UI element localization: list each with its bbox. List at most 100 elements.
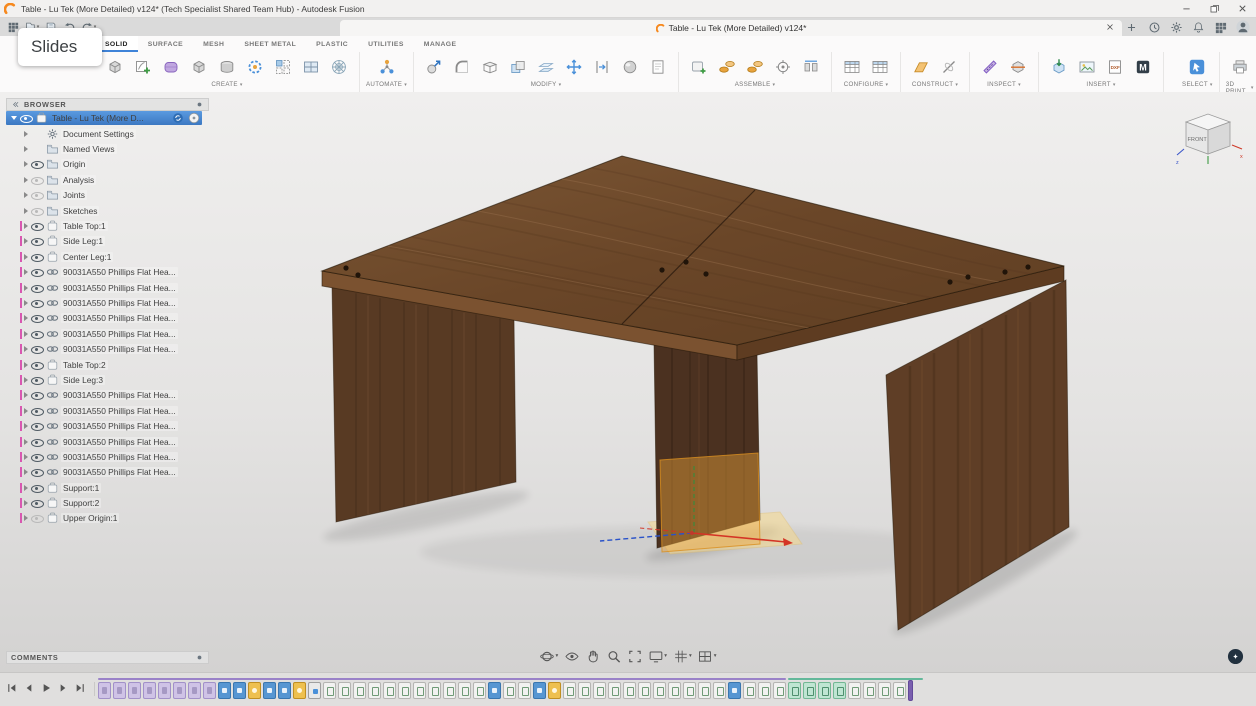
panel-options-icon[interactable] — [195, 653, 204, 662]
visibility-eye-icon[interactable] — [31, 390, 43, 401]
tool-automate[interactable] — [374, 54, 400, 80]
timeline-feature-lav[interactable] — [128, 682, 141, 699]
timeline-feature-gray[interactable] — [713, 682, 726, 699]
nav-tool-fit[interactable] — [625, 647, 644, 665]
visibility-eye-icon[interactable] — [31, 421, 43, 432]
tool-insert-derive[interactable] — [1046, 54, 1072, 80]
ribbon-tab-sheet-metal[interactable]: SHEET METAL — [234, 36, 306, 52]
tool-canvas[interactable] — [1074, 54, 1100, 80]
timeline-feature-teal[interactable] — [833, 682, 846, 699]
tab-close-icon[interactable] — [1105, 22, 1117, 34]
toolbar-group-create-label[interactable]: CREATE — [211, 81, 242, 88]
browser-item-center-leg-1[interactable]: Center Leg:1 — [6, 249, 209, 264]
tool-fillet[interactable] — [449, 54, 475, 80]
visibility-eye-icon[interactable] — [31, 174, 43, 185]
toolbar-group-select-label[interactable]: SELECT — [1182, 81, 1213, 88]
timeline-feature-gray[interactable] — [368, 682, 381, 699]
expand-arrow-icon[interactable] — [24, 238, 28, 244]
timeline-feature-lav[interactable] — [203, 682, 216, 699]
expand-arrow-icon[interactable] — [24, 269, 28, 275]
visibility-eye-icon[interactable] — [31, 482, 43, 493]
viewport-3d[interactable]: BROWSER Table - Lu Tek (More D... Docume… — [0, 92, 1256, 672]
expand-arrow-icon[interactable] — [24, 285, 28, 291]
tool-section-analysis[interactable] — [1005, 54, 1031, 80]
timeline-feature-gray[interactable] — [398, 682, 411, 699]
timeline-feature-lav[interactable] — [188, 682, 201, 699]
timeline-feature-gray[interactable] — [878, 682, 891, 699]
window-button-maximize[interactable] — [1200, 0, 1228, 17]
timeline-feature-blue[interactable] — [263, 682, 276, 699]
timeline-feature-gray[interactable] — [758, 682, 771, 699]
sync-status-icon[interactable] — [172, 112, 184, 124]
browser-item-table-top-2[interactable]: Table Top:2 — [6, 357, 209, 372]
browser-item-joints[interactable]: Joints — [6, 188, 209, 203]
visibility-eye-icon[interactable] — [31, 282, 43, 293]
expand-arrow-icon[interactable] — [24, 192, 28, 198]
browser-item-side-leg-1[interactable]: Side Leg:1 — [6, 234, 209, 249]
toolbar-group-configure-label[interactable]: CONFIGURE — [844, 81, 889, 88]
expand-arrow-icon[interactable] — [24, 146, 28, 152]
toolbar-group-modify-label[interactable]: MODIFY — [531, 81, 562, 88]
timeline-feature-lav[interactable] — [98, 682, 111, 699]
tool-measure[interactable] — [977, 54, 1003, 80]
ribbon-tab-plastic[interactable]: PLASTIC — [306, 36, 358, 52]
panel-options-icon[interactable] — [195, 100, 204, 109]
browser-item-origin[interactable]: Origin — [6, 157, 209, 172]
expand-arrow-icon[interactable] — [24, 208, 28, 214]
timeline-control-skip-end[interactable] — [74, 682, 88, 696]
visibility-eye-icon[interactable] — [31, 405, 43, 416]
tool-joint[interactable] — [714, 54, 740, 80]
expand-arrow-icon[interactable] — [24, 515, 28, 521]
timeline-feature-lav[interactable] — [113, 682, 126, 699]
nav-tool-display-settings[interactable] — [646, 647, 669, 665]
comments-header[interactable]: COMMENTS — [6, 651, 209, 664]
timeline-feature-gray[interactable] — [578, 682, 591, 699]
expand-arrow-icon[interactable] — [11, 116, 17, 120]
browser-item-document-settings[interactable]: Document Settings — [6, 126, 209, 141]
expand-arrow-icon[interactable] — [24, 500, 28, 506]
timeline-feature-blue[interactable] — [728, 682, 741, 699]
timeline-feature-gray[interactable] — [518, 682, 531, 699]
timeline-feature-teal[interactable] — [788, 682, 801, 699]
tool-insert-dxf[interactable]: DXF — [1102, 54, 1128, 80]
browser-root-component[interactable]: Table - Lu Tek (More D... — [6, 111, 202, 125]
browser-item-90031a550-phillips-flat-hea[interactable]: 90031A550 Phillips Flat Hea... — [6, 465, 209, 480]
browser-item-90031a550-phillips-flat-hea[interactable]: 90031A550 Phillips Flat Hea... — [6, 449, 209, 464]
expand-arrow-icon[interactable] — [24, 469, 28, 475]
tool-create-form[interactable] — [158, 54, 184, 80]
tool-cylinder[interactable] — [214, 54, 240, 80]
visibility-eye-icon[interactable] — [31, 498, 43, 509]
timeline-feature-yellow[interactable] — [293, 682, 306, 699]
toolbar-group-inspect-label[interactable]: INSPECT — [987, 81, 1021, 88]
tool-make-3d-print[interactable] — [1227, 54, 1253, 80]
tool-create-sketch[interactable] — [130, 54, 156, 80]
expand-arrow-icon[interactable] — [24, 485, 28, 491]
timeline-feature-gray[interactable] — [863, 682, 876, 699]
browser-item-side-leg-3[interactable]: Side Leg:3 — [6, 372, 209, 387]
timeline-feature-gray[interactable] — [893, 682, 906, 699]
expand-arrow-icon[interactable] — [24, 315, 28, 321]
tool-as-built-joint[interactable] — [742, 54, 768, 80]
timeline-feature-teal[interactable] — [803, 682, 816, 699]
expand-arrow-icon[interactable] — [24, 454, 28, 460]
tool-rectangular-pattern[interactable] — [270, 54, 296, 80]
table-left-leg[interactable] — [332, 286, 516, 522]
timeline-feature-lav[interactable] — [143, 682, 156, 699]
browser-item-table-top-1[interactable]: Table Top:1 — [6, 218, 209, 233]
visibility-eye-icon[interactable] — [31, 451, 43, 462]
visibility-eye-icon[interactable] — [31, 205, 43, 216]
browser-item-90031a550-phillips-flat-hea[interactable]: 90031A550 Phillips Flat Hea... — [6, 388, 209, 403]
browser-item-analysis[interactable]: Analysis — [6, 172, 209, 187]
timeline-feature-move[interactable] — [308, 682, 321, 699]
visibility-eye-icon[interactable] — [31, 436, 43, 447]
visibility-eye-icon[interactable] — [31, 359, 43, 370]
toolbar-group-automate-label[interactable]: AUTOMATE — [366, 81, 407, 88]
tool-coil[interactable] — [242, 54, 268, 80]
tool-insert-mcmaster-carr[interactable]: M — [1130, 54, 1156, 80]
expand-arrow-icon[interactable] — [24, 423, 28, 429]
visibility-eye-icon[interactable] — [31, 190, 43, 201]
browser-item-90031a550-phillips-flat-hea[interactable]: 90031A550 Phillips Flat Hea... — [6, 295, 209, 310]
slides-overlay[interactable]: Slides — [18, 28, 102, 66]
visibility-eye-icon[interactable] — [31, 374, 43, 385]
browser-item-90031a550-phillips-flat-hea[interactable]: 90031A550 Phillips Flat Hea... — [6, 265, 209, 280]
